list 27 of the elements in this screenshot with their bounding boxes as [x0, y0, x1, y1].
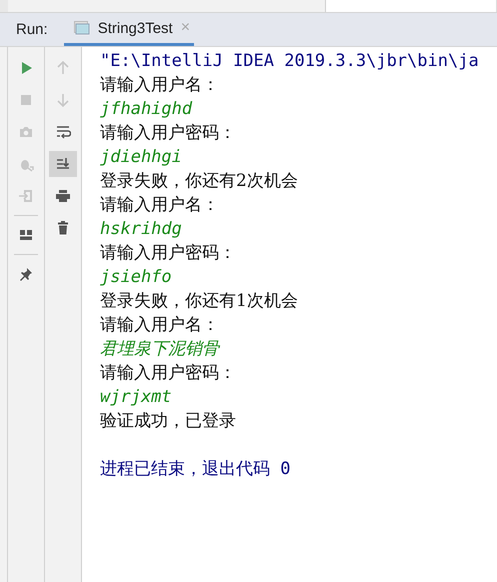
output-line: 登录失败，你还有2次机会: [100, 170, 299, 193]
pin-icon[interactable]: [18, 266, 34, 282]
output-line: 请输入用户密码：: [100, 122, 237, 145]
user-input-line: jfhahighd: [100, 98, 194, 121]
run-tab[interactable]: String3Test ×: [64, 13, 194, 46]
user-input-line: wjrjxmt: [100, 386, 173, 409]
print-icon[interactable]: [55, 188, 71, 204]
output-line: 请输入用户名：: [100, 194, 220, 217]
user-input-line: jsiehfo: [100, 266, 173, 289]
user-input-line: 君埋泉下泥销骨: [100, 338, 221, 361]
output-line: 请输入用户密码：: [100, 362, 237, 385]
scroll-to-end-icon[interactable]: [55, 156, 71, 172]
layout-icon[interactable]: [18, 227, 34, 243]
soft-wrap-icon[interactable]: [55, 124, 71, 140]
output-line: 请输入用户密码：: [100, 242, 237, 265]
user-input-line: hskrihdg: [100, 218, 183, 241]
output-line: 验证成功，已登录: [100, 410, 237, 433]
run-label: Run:: [16, 21, 48, 38]
output-line: 登录失败，你还有1次机会: [100, 290, 299, 313]
selected-tool-button[interactable]: [49, 151, 77, 177]
output-line: 请输入用户名：: [100, 314, 220, 337]
user-input-line: jdiehhgi: [100, 146, 183, 169]
system-message-line: 进程已结束，退出代码 0: [100, 458, 292, 481]
system-message-line: "E:\IntelliJ IDEA 2019.3.3\jbr\bin\ja: [100, 50, 479, 73]
console-icon: [74, 21, 90, 35]
trash-icon[interactable]: [55, 220, 71, 236]
output-line: 请输入用户名：: [100, 74, 220, 97]
